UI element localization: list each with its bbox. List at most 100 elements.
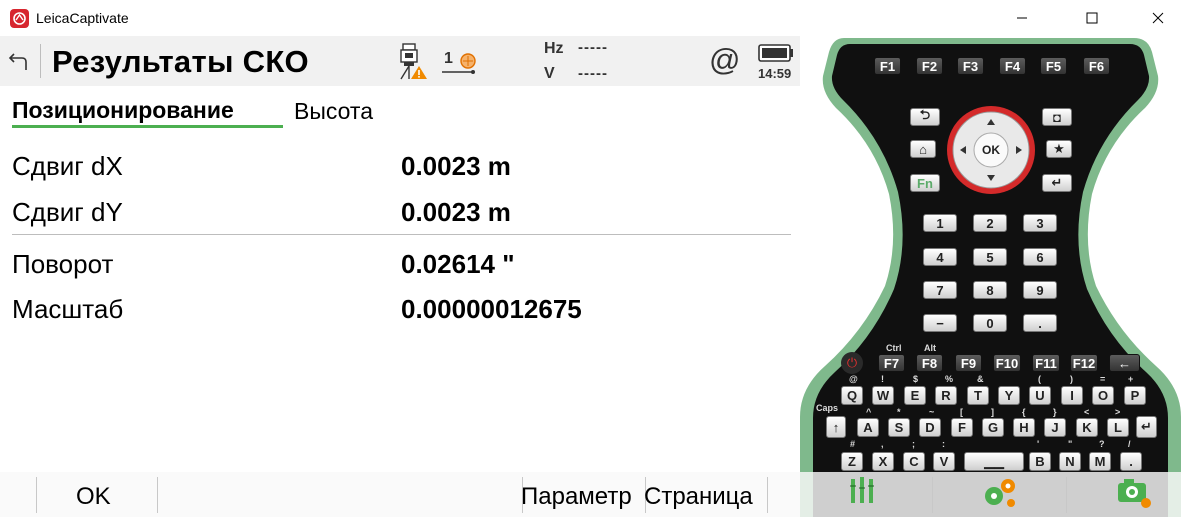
tab-height[interactable]: Высота <box>294 98 373 125</box>
key-5[interactable]: 5 <box>973 248 1007 266</box>
key-f9[interactable]: F9 <box>955 354 982 372</box>
maximize-button[interactable] <box>1069 0 1115 36</box>
key-g[interactable]: G <box>982 418 1004 437</box>
caps-label: Caps <box>816 403 839 413</box>
key-dot[interactable]: . <box>1023 314 1057 332</box>
window-title: LeicaCaptivate <box>36 10 129 26</box>
star-icon: ★ <box>1053 141 1065 156</box>
key-symbol: ~ <box>929 407 935 417</box>
key-m[interactable]: M <box>1089 452 1111 471</box>
key-symbol: ( <box>1038 374 1041 384</box>
key-minus[interactable]: − <box>923 314 957 332</box>
back-icon[interactable] <box>8 50 30 72</box>
page-softkey[interactable]: Страница <box>644 483 753 511</box>
key-symbol: , <box>881 439 884 449</box>
key-7[interactable]: 7 <box>923 281 957 299</box>
key-enter[interactable]: ↵ <box>1042 174 1072 192</box>
backspace-icon: ← <box>1118 355 1131 371</box>
key-fn[interactable]: Fn <box>910 174 940 192</box>
key-q[interactable]: Q <box>841 386 863 405</box>
key-e[interactable]: E <box>904 386 926 405</box>
key-8[interactable]: 8 <box>973 281 1007 299</box>
home-icon: ⌂ <box>919 141 927 157</box>
key-9[interactable]: 9 <box>1023 281 1057 299</box>
close-button[interactable] <box>1135 0 1181 36</box>
key-h[interactable]: H <box>1013 418 1035 437</box>
key-symbol: & <box>977 374 984 384</box>
key-k[interactable]: K <box>1076 418 1098 437</box>
key-f11[interactable]: F11 <box>1032 354 1060 372</box>
prism-constant: 1 <box>444 50 453 67</box>
key-6[interactable]: 6 <box>1023 248 1057 266</box>
key-s[interactable]: S <box>888 418 910 437</box>
key-f4[interactable]: F4 <box>999 57 1026 75</box>
key-w[interactable]: W <box>872 386 894 405</box>
key-p[interactable]: P <box>1124 386 1146 405</box>
v-label: V <box>544 65 555 82</box>
key-symbol: / <box>1128 439 1131 449</box>
key-f8[interactable]: F8 <box>916 354 943 372</box>
key-n[interactable]: N <box>1059 452 1081 471</box>
prism-icon <box>460 53 476 69</box>
key-x[interactable]: X <box>872 452 894 471</box>
key-i[interactable]: I <box>1061 386 1083 405</box>
key-3[interactable]: 3 <box>1023 214 1057 232</box>
key-1[interactable]: 1 <box>923 214 957 232</box>
key-ok[interactable]: OK <box>979 140 1003 160</box>
alt-label: Alt <box>924 343 936 353</box>
key-f6[interactable]: F6 <box>1083 57 1110 75</box>
key-back[interactable]: ⮌ <box>910 107 940 126</box>
key-l[interactable]: L <box>1107 418 1129 437</box>
key-return[interactable]: ↵ <box>1136 416 1157 438</box>
key-2[interactable]: 2 <box>973 214 1007 232</box>
key-symbol: * <box>897 407 901 417</box>
key-backspace[interactable]: ← <box>1109 354 1140 372</box>
camera-icon: ◘ <box>1053 109 1061 125</box>
key-f5[interactable]: F5 <box>1040 57 1067 75</box>
key-shift[interactable]: ↑ <box>826 416 846 438</box>
key-d[interactable]: D <box>919 418 941 437</box>
key-symbol: % <box>945 374 954 384</box>
key-4[interactable]: 4 <box>923 248 957 266</box>
key-z[interactable]: Z <box>841 452 863 471</box>
power-button[interactable]: ⏻ <box>841 352 863 374</box>
key-f[interactable]: F <box>951 418 973 437</box>
key-b[interactable]: B <box>1029 452 1051 471</box>
key-y[interactable]: Y <box>998 386 1020 405</box>
key-r[interactable]: R <box>935 386 957 405</box>
shift-dx-value: 0.0023 m <box>401 151 511 181</box>
tab-positioning[interactable]: Позиционирование <box>12 97 234 124</box>
key-c[interactable]: C <box>903 452 925 471</box>
total-station-warning-icon[interactable] <box>398 42 428 80</box>
settings-gears-icon[interactable] <box>980 476 1020 510</box>
battery-icon[interactable] <box>758 44 794 62</box>
key-v[interactable]: V <box>933 452 955 471</box>
key-u[interactable]: U <box>1029 386 1051 405</box>
key-f10[interactable]: F10 <box>993 354 1021 372</box>
key-o[interactable]: O <box>1092 386 1114 405</box>
survey-tools-icon[interactable] <box>846 476 878 508</box>
key-symbol: # <box>850 439 856 449</box>
fkey-separator <box>767 477 768 513</box>
key-camera[interactable]: ◘ <box>1042 108 1072 126</box>
key-0[interactable]: 0 <box>973 314 1007 332</box>
key-f7[interactable]: F7 <box>878 354 905 372</box>
minimize-button[interactable] <box>999 0 1045 36</box>
key-t[interactable]: T <box>967 386 989 405</box>
key-f12[interactable]: F12 <box>1070 354 1098 372</box>
key-f3[interactable]: F3 <box>957 57 984 75</box>
key-period[interactable]: . <box>1120 452 1142 471</box>
key-space[interactable]: ▁▁ <box>964 452 1024 471</box>
key-f2[interactable]: F2 <box>916 57 943 75</box>
at-icon[interactable]: @ <box>709 42 740 78</box>
key-a[interactable]: A <box>857 418 879 437</box>
key-j[interactable]: J <box>1044 418 1066 437</box>
key-symbol: ? <box>1099 439 1105 449</box>
key-home[interactable]: ⌂ <box>910 140 936 158</box>
fkey-separator <box>1066 477 1067 513</box>
key-favourite[interactable]: ★ <box>1046 140 1072 158</box>
ok-softkey[interactable]: OK <box>76 483 111 511</box>
camera-icon[interactable] <box>1116 476 1154 510</box>
parameters-softkey[interactable]: Параметр <box>521 483 632 511</box>
key-f1[interactable]: F1 <box>874 57 901 75</box>
